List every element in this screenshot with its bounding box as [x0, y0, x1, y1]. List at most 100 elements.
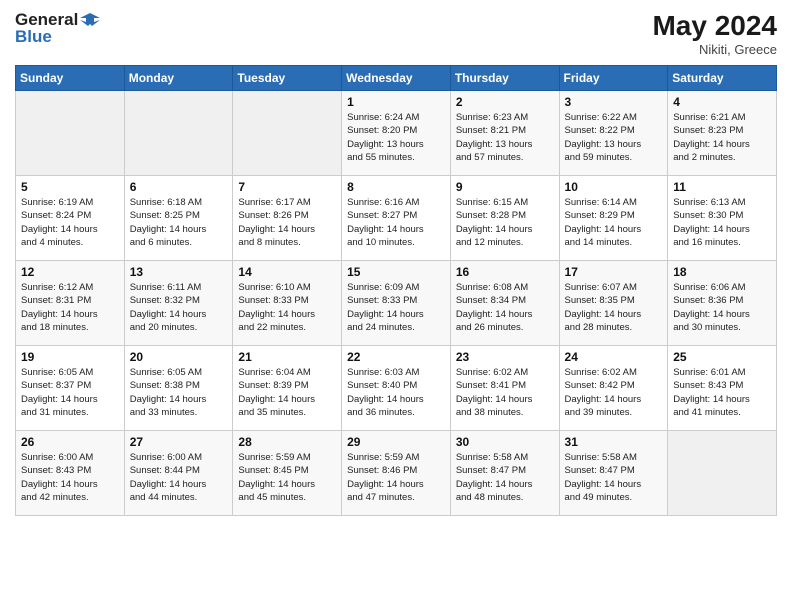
cell-info: Sunrise: 5:59 AMSunset: 8:46 PMDaylight:…: [347, 451, 445, 504]
calendar-cell: [124, 91, 233, 176]
calendar-cell: 4 Sunrise: 6:21 AMSunset: 8:23 PMDaylight…: [668, 91, 777, 176]
cell-info: Sunrise: 6:14 AMSunset: 8:29 PMDaylight:…: [565, 196, 663, 249]
calendar-cell: 10 Sunrise: 6:14 AMSunset: 8:29 PMDayligh…: [559, 176, 668, 261]
header: General Blue May 2024 Nikiti, Greece: [15, 10, 777, 57]
day-number: 5: [21, 180, 119, 194]
calendar-cell: 6 Sunrise: 6:18 AMSunset: 8:25 PMDaylight…: [124, 176, 233, 261]
calendar-cell: [668, 431, 777, 516]
day-number: 10: [565, 180, 663, 194]
day-number: 6: [130, 180, 228, 194]
cell-info: Sunrise: 6:15 AMSunset: 8:28 PMDaylight:…: [456, 196, 554, 249]
calendar-week-row: 12 Sunrise: 6:12 AMSunset: 8:31 PMDayligh…: [16, 261, 777, 346]
calendar-cell: 23 Sunrise: 6:02 AMSunset: 8:41 PMDayligh…: [450, 346, 559, 431]
calendar-cell: 25 Sunrise: 6:01 AMSunset: 8:43 PMDayligh…: [668, 346, 777, 431]
day-number: 2: [456, 95, 554, 109]
col-header-thursday: Thursday: [450, 66, 559, 91]
day-number: 31: [565, 435, 663, 449]
day-number: 15: [347, 265, 445, 279]
calendar-cell: [16, 91, 125, 176]
day-number: 28: [238, 435, 336, 449]
day-number: 24: [565, 350, 663, 364]
col-header-friday: Friday: [559, 66, 668, 91]
day-number: 12: [21, 265, 119, 279]
logo: General Blue: [15, 10, 100, 47]
calendar-cell: 7Sunrise: 6:17 AMSunset: 8:26 PMDaylight…: [233, 176, 342, 261]
day-number: 29: [347, 435, 445, 449]
day-number: 18: [673, 265, 771, 279]
calendar-cell: 27 Sunrise: 6:00 AMSunset: 8:44 PMDayligh…: [124, 431, 233, 516]
day-number: 30: [456, 435, 554, 449]
calendar-cell: 1 Sunrise: 6:24 AMSunset: 8:20 PMDaylight…: [342, 91, 451, 176]
col-header-wednesday: Wednesday: [342, 66, 451, 91]
cell-info: Sunrise: 6:08 AMSunset: 8:34 PMDaylight:…: [456, 281, 554, 334]
calendar-week-row: 19 Sunrise: 6:05 AMSunset: 8:37 PMDayligh…: [16, 346, 777, 431]
calendar-cell: [233, 91, 342, 176]
day-number: 11: [673, 180, 771, 194]
day-number: 23: [456, 350, 554, 364]
title-block: May 2024 Nikiti, Greece: [652, 10, 777, 57]
day-number: 4: [673, 95, 771, 109]
location: Nikiti, Greece: [652, 42, 777, 57]
cell-info: Sunrise: 6:07 AMSunset: 8:35 PMDaylight:…: [565, 281, 663, 334]
cell-info: Sunrise: 5:58 AMSunset: 8:47 PMDaylight:…: [565, 451, 663, 504]
calendar-week-row: 5 Sunrise: 6:19 AMSunset: 8:24 PMDaylight…: [16, 176, 777, 261]
cell-info: Sunrise: 6:13 AMSunset: 8:30 PMDaylight:…: [673, 196, 771, 249]
day-number: 20: [130, 350, 228, 364]
cell-info: Sunrise: 5:59 AMSunset: 8:45 PMDaylight:…: [238, 451, 336, 504]
cell-info: Sunrise: 6:19 AMSunset: 8:24 PMDaylight:…: [21, 196, 119, 249]
cell-info: Sunrise: 6:09 AMSunset: 8:33 PMDaylight:…: [347, 281, 445, 334]
cell-info: Sunrise: 6:10 AMSunset: 8:33 PMDaylight:…: [238, 281, 336, 334]
cell-info: Sunrise: 6:18 AMSunset: 8:25 PMDaylight:…: [130, 196, 228, 249]
cell-info: Sunrise: 6:23 AMSunset: 8:21 PMDaylight:…: [456, 111, 554, 164]
calendar-cell: 15 Sunrise: 6:09 AMSunset: 8:33 PMDayligh…: [342, 261, 451, 346]
cell-info: Sunrise: 6:00 AMSunset: 8:43 PMDaylight:…: [21, 451, 119, 504]
calendar-cell: 19 Sunrise: 6:05 AMSunset: 8:37 PMDayligh…: [16, 346, 125, 431]
calendar-cell: 20 Sunrise: 6:05 AMSunset: 8:38 PMDayligh…: [124, 346, 233, 431]
cell-info: Sunrise: 6:05 AMSunset: 8:37 PMDaylight:…: [21, 366, 119, 419]
calendar-cell: 17 Sunrise: 6:07 AMSunset: 8:35 PMDayligh…: [559, 261, 668, 346]
calendar-cell: 2 Sunrise: 6:23 AMSunset: 8:21 PMDaylight…: [450, 91, 559, 176]
col-header-sunday: Sunday: [16, 66, 125, 91]
day-number: 13: [130, 265, 228, 279]
cell-info: Sunrise: 6:06 AMSunset: 8:36 PMDaylight:…: [673, 281, 771, 334]
cell-info: Sunrise: 6:02 AMSunset: 8:41 PMDaylight:…: [456, 366, 554, 419]
cell-info: Sunrise: 6:00 AMSunset: 8:44 PMDaylight:…: [130, 451, 228, 504]
cell-info: Sunrise: 6:03 AMSunset: 8:40 PMDaylight:…: [347, 366, 445, 419]
cell-info: Sunrise: 6:01 AMSunset: 8:43 PMDaylight:…: [673, 366, 771, 419]
cell-info: Sunrise: 5:58 AMSunset: 8:47 PMDaylight:…: [456, 451, 554, 504]
day-number: 1: [347, 95, 445, 109]
cell-info: Sunrise: 6:02 AMSunset: 8:42 PMDaylight:…: [565, 366, 663, 419]
cell-info: Sunrise: 6:21 AMSunset: 8:23 PMDaylight:…: [673, 111, 771, 164]
calendar-cell: 31 Sunrise: 5:58 AMSunset: 8:47 PMDayligh…: [559, 431, 668, 516]
cell-info: Sunrise: 6:11 AMSunset: 8:32 PMDaylight:…: [130, 281, 228, 334]
day-number: 19: [21, 350, 119, 364]
page: General Blue May 2024 Nikiti, Greece Sun…: [0, 0, 792, 612]
calendar-cell: 26Sunrise: 6:00 AMSunset: 8:43 PMDayligh…: [16, 431, 125, 516]
calendar-header-row: SundayMondayTuesdayWednesdayThursdayFrid…: [16, 66, 777, 91]
calendar-cell: 8Sunrise: 6:16 AMSunset: 8:27 PMDaylight…: [342, 176, 451, 261]
calendar-cell: 29 Sunrise: 5:59 AMSunset: 8:46 PMDayligh…: [342, 431, 451, 516]
col-header-saturday: Saturday: [668, 66, 777, 91]
cell-info: Sunrise: 6:24 AMSunset: 8:20 PMDaylight:…: [347, 111, 445, 164]
day-number: 9: [456, 180, 554, 194]
day-number: 17: [565, 265, 663, 279]
col-header-monday: Monday: [124, 66, 233, 91]
calendar-cell: 5 Sunrise: 6:19 AMSunset: 8:24 PMDaylight…: [16, 176, 125, 261]
day-number: 16: [456, 265, 554, 279]
calendar-cell: 9 Sunrise: 6:15 AMSunset: 8:28 PMDaylight…: [450, 176, 559, 261]
logo-blue: Blue: [15, 28, 100, 47]
calendar-cell: 21Sunrise: 6:04 AMSunset: 8:39 PMDayligh…: [233, 346, 342, 431]
cell-info: Sunrise: 6:17 AMSunset: 8:26 PMDaylight:…: [238, 196, 336, 249]
month-title: May 2024: [652, 10, 777, 42]
day-number: 22: [347, 350, 445, 364]
calendar-week-row: 1 Sunrise: 6:24 AMSunset: 8:20 PMDaylight…: [16, 91, 777, 176]
calendar-cell: 18 Sunrise: 6:06 AMSunset: 8:36 PMDayligh…: [668, 261, 777, 346]
cell-info: Sunrise: 6:12 AMSunset: 8:31 PMDaylight:…: [21, 281, 119, 334]
day-number: 21: [238, 350, 336, 364]
calendar-cell: 24 Sunrise: 6:02 AMSunset: 8:42 PMDayligh…: [559, 346, 668, 431]
col-header-tuesday: Tuesday: [233, 66, 342, 91]
cell-info: Sunrise: 6:05 AMSunset: 8:38 PMDaylight:…: [130, 366, 228, 419]
day-number: 25: [673, 350, 771, 364]
calendar-cell: 30 Sunrise: 5:58 AMSunset: 8:47 PMDayligh…: [450, 431, 559, 516]
day-number: 27: [130, 435, 228, 449]
